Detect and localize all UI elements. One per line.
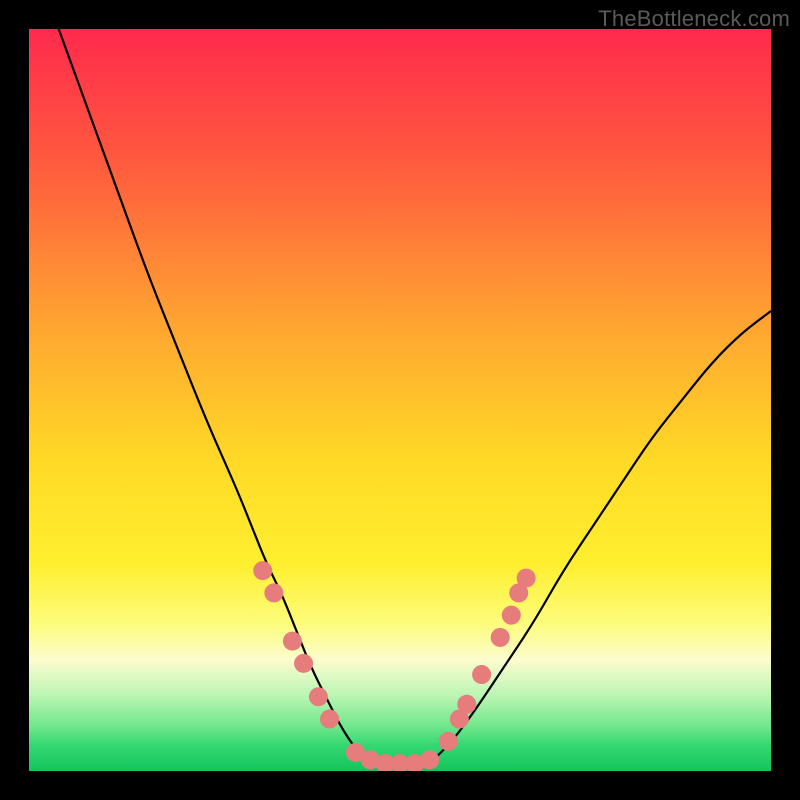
marker-dot <box>294 654 313 673</box>
marker-group <box>253 561 535 771</box>
chart-overlay <box>29 29 771 771</box>
watermark-text: TheBottleneck.com <box>598 6 790 32</box>
right-curve-line <box>437 311 771 756</box>
left-curve-line <box>59 29 363 756</box>
marker-dot <box>283 632 302 651</box>
marker-dot <box>420 750 439 769</box>
marker-dot <box>264 583 283 602</box>
marker-dot <box>457 695 476 714</box>
marker-dot <box>502 606 521 625</box>
marker-dot <box>320 710 339 729</box>
marker-dot <box>309 687 328 706</box>
marker-dot <box>472 665 491 684</box>
marker-dot <box>491 628 510 647</box>
marker-dot <box>517 569 536 588</box>
plot-area <box>29 29 771 771</box>
marker-dot <box>253 561 272 580</box>
chart-canvas: TheBottleneck.com <box>0 0 800 800</box>
marker-dot <box>439 732 458 751</box>
